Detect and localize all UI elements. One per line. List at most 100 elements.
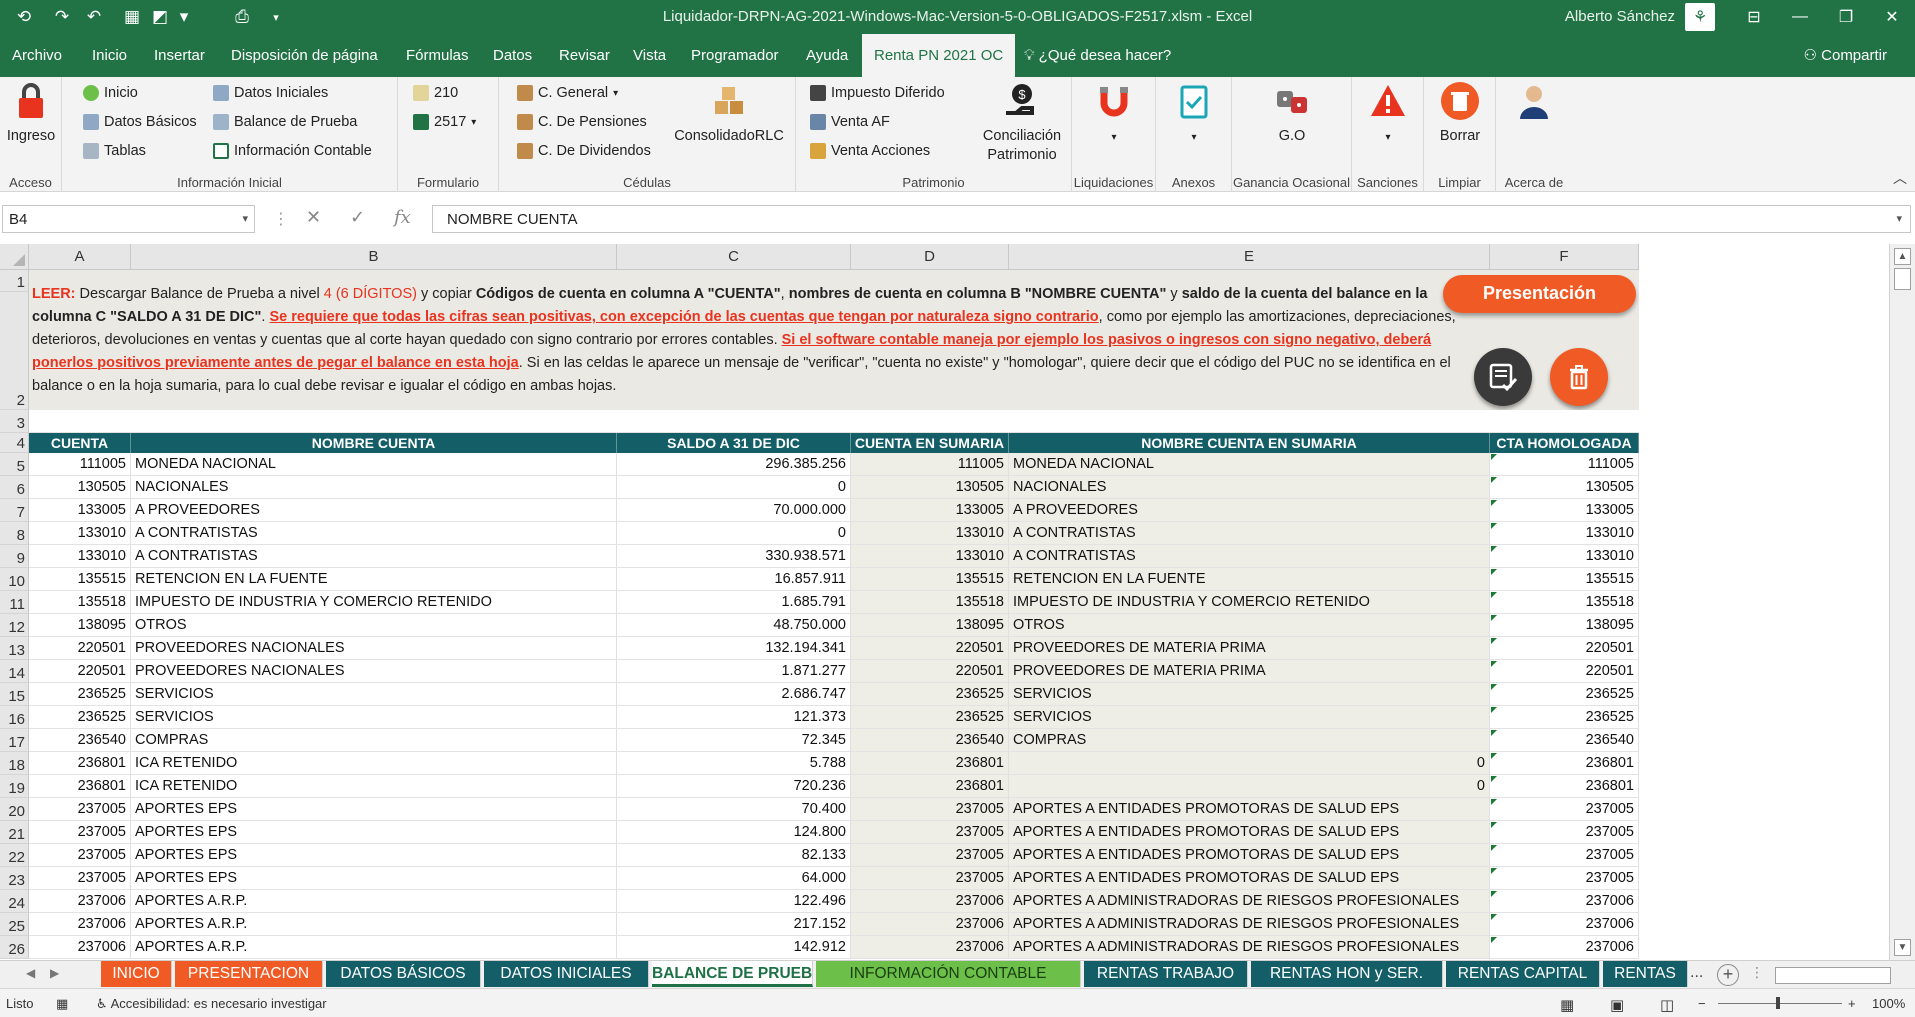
cell-nombre-cuenta[interactable]: SERVICIOS <box>131 706 617 729</box>
cell-cta-homologada[interactable]: 236801 <box>1490 775 1639 798</box>
horizontal-scrollbar[interactable] <box>1775 967 1891 984</box>
chevron-down-icon[interactable]: ▾ <box>242 212 248 225</box>
cell-cuenta[interactable]: 237006 <box>29 913 131 936</box>
cell-cta-homologada[interactable]: 237006 <box>1490 913 1639 936</box>
cell-nombre-cuenta[interactable]: APORTES A.R.P. <box>131 936 617 959</box>
cell-cuenta-sumaria[interactable]: 236801 <box>851 752 1009 775</box>
row-header[interactable]: 15 <box>0 683 29 706</box>
cell-nombre-sumaria[interactable]: APORTES A ADMINISTRADORAS DE RIESGOS PRO… <box>1009 913 1490 936</box>
add-sheet-button[interactable]: + <box>1717 964 1739 986</box>
cell-cta-homologada[interactable]: 130505 <box>1490 476 1639 499</box>
cedula-pensiones-button[interactable]: C. De Pensiones <box>517 114 647 130</box>
page-layout-icon[interactable]: ▣ <box>1610 996 1624 1014</box>
zoom-in-icon[interactable]: + <box>1848 996 1856 1011</box>
column-header-d[interactable]: D <box>851 244 1009 270</box>
acerca-button[interactable] <box>1508 81 1560 127</box>
row-header[interactable]: 13 <box>0 637 29 660</box>
cell-cuenta-sumaria[interactable]: 236525 <box>851 706 1009 729</box>
cell-cuenta-sumaria[interactable]: 237006 <box>851 913 1009 936</box>
row-header[interactable]: 23 <box>0 867 29 890</box>
cell-cta-homologada[interactable]: 237006 <box>1490 936 1639 959</box>
cell-nombre-sumaria[interactable]: A CONTRATISTAS <box>1009 545 1490 568</box>
cell-cta-homologada[interactable]: 133010 <box>1490 522 1639 545</box>
cell-nombre-cuenta[interactable]: APORTES EPS <box>131 867 617 890</box>
cell-cuenta-sumaria[interactable]: 237006 <box>851 936 1009 959</box>
cell-cuenta-sumaria[interactable]: 133010 <box>851 522 1009 545</box>
cell-nombre-sumaria[interactable]: OTROS <box>1009 614 1490 637</box>
tab-inicio[interactable]: Inicio <box>90 34 129 77</box>
cell-cuenta[interactable]: 237006 <box>29 936 131 959</box>
row-header[interactable]: 10 <box>0 568 29 591</box>
row-header[interactable]: 14 <box>0 660 29 683</box>
cell-saldo[interactable]: 720.236 <box>617 775 851 798</box>
tab-datos[interactable]: Datos <box>491 34 534 77</box>
cell-nombre-cuenta[interactable]: APORTES A.R.P. <box>131 890 617 913</box>
scroll-up-icon[interactable]: ▲ <box>1894 248 1911 265</box>
balance-prueba-button[interactable]: Balance de Prueba <box>213 114 357 130</box>
tab-revisar[interactable]: Revisar <box>557 34 612 77</box>
cell-cuenta[interactable]: 236540 <box>29 729 131 752</box>
cell-cta-homologada[interactable]: 236540 <box>1490 729 1639 752</box>
cell-cuenta[interactable]: 220501 <box>29 637 131 660</box>
liquidaciones-button[interactable]: ▾ <box>1088 81 1140 147</box>
cell-cuenta[interactable]: 133005 <box>29 499 131 522</box>
cell-nombre-sumaria[interactable]: MONEDA NACIONAL <box>1009 453 1490 476</box>
cell-saldo[interactable]: 121.373 <box>617 706 851 729</box>
datos-iniciales-button[interactable]: Datos Iniciales <box>213 85 328 101</box>
cell-cuenta[interactable]: 135515 <box>29 568 131 591</box>
cell-nombre-cuenta[interactable]: SERVICIOS <box>131 683 617 706</box>
sanciones-button[interactable]: ▾ <box>1362 81 1414 147</box>
go-button[interactable]: G.O <box>1262 81 1322 146</box>
conciliacion-patrimonio-button[interactable]: $ Conciliación Patrimonio <box>974 81 1070 165</box>
page-break-icon[interactable]: ◫ <box>1660 996 1674 1014</box>
cell-nombre-sumaria[interactable]: PROVEEDORES DE MATERIA PRIMA <box>1009 660 1490 683</box>
cell-cta-homologada[interactable]: 135518 <box>1490 591 1639 614</box>
cell-saldo[interactable]: 5.788 <box>617 752 851 775</box>
consolidado-button[interactable]: ConsolidadoRLC <box>671 81 787 146</box>
scroll-down-icon[interactable]: ▼ <box>1894 939 1911 956</box>
row-header[interactable]: 24 <box>0 890 29 913</box>
cell-cuenta[interactable]: 135518 <box>29 591 131 614</box>
header-cuenta[interactable]: CUENTA <box>29 433 131 453</box>
cell-cta-homologada[interactable]: 237006 <box>1490 890 1639 913</box>
cell-saldo[interactable]: 82.133 <box>617 844 851 867</box>
clear-button[interactable] <box>1550 348 1608 406</box>
cell-cuenta[interactable]: 133010 <box>29 522 131 545</box>
row-header[interactable]: 12 <box>0 614 29 637</box>
cell-cuenta-sumaria[interactable]: 138095 <box>851 614 1009 637</box>
header-cta-homologada[interactable]: CTA HOMOLOGADA <box>1490 433 1639 453</box>
ribbon-display-icon[interactable]: ⊟ <box>1731 0 1777 34</box>
cell-cuenta[interactable]: 236801 <box>29 752 131 775</box>
column-header-e[interactable]: E <box>1009 244 1490 270</box>
cell-saldo[interactable]: 72.345 <box>617 729 851 752</box>
sheet-tab[interactable]: RENTAS TRABAJO <box>1084 961 1248 987</box>
cell-cta-homologada[interactable]: 236525 <box>1490 706 1639 729</box>
tab-programador[interactable]: Programador <box>689 34 781 77</box>
cell-cuenta[interactable]: 138095 <box>29 614 131 637</box>
cell-nombre-cuenta[interactable]: A CONTRATISTAS <box>131 545 617 568</box>
row-header[interactable]: 26 <box>0 936 29 959</box>
cell-cuenta-sumaria[interactable]: 135518 <box>851 591 1009 614</box>
cell-nombre-sumaria[interactable]: A PROVEEDORES <box>1009 499 1490 522</box>
cell-nombre-sumaria[interactable]: APORTES A ENTIDADES PROMOTORAS DE SALUD … <box>1009 844 1490 867</box>
cell-cta-homologada[interactable]: 111005 <box>1490 453 1639 476</box>
cell-cuenta-sumaria[interactable]: 133010 <box>851 545 1009 568</box>
venta-acciones-button[interactable]: Venta Acciones <box>810 143 930 159</box>
cell-cuenta[interactable]: 111005 <box>29 453 131 476</box>
sheet-tab[interactable]: BALANCE DE PRUEBA <box>652 961 813 987</box>
accessibility-status[interactable]: ♿︎ Accesibilidad: es necesario investiga… <box>96 996 327 1012</box>
header-nombre-cuenta[interactable]: NOMBRE CUENTA <box>131 433 617 453</box>
row-header[interactable]: 22 <box>0 844 29 867</box>
cell-cta-homologada[interactable]: 237005 <box>1490 798 1639 821</box>
sheet-tab[interactable]: INFORMACIÓN CONTABLE <box>816 961 1081 987</box>
cell-nombre-cuenta[interactable]: APORTES A.R.P. <box>131 913 617 936</box>
cell-cuenta[interactable]: 237005 <box>29 798 131 821</box>
cell-cuenta-sumaria[interactable]: 237006 <box>851 890 1009 913</box>
empty-row[interactable] <box>29 410 1639 433</box>
header-cuenta-sumaria[interactable]: CUENTA EN SUMARIA <box>851 433 1009 453</box>
cell-cuenta-sumaria[interactable]: 135515 <box>851 568 1009 591</box>
scroll-thumb[interactable] <box>1894 268 1911 290</box>
row-header[interactable]: 5 <box>0 453 29 476</box>
next-sheet-icon[interactable]: ▶ <box>50 966 59 980</box>
enter-icon[interactable]: ✓ <box>350 207 365 228</box>
